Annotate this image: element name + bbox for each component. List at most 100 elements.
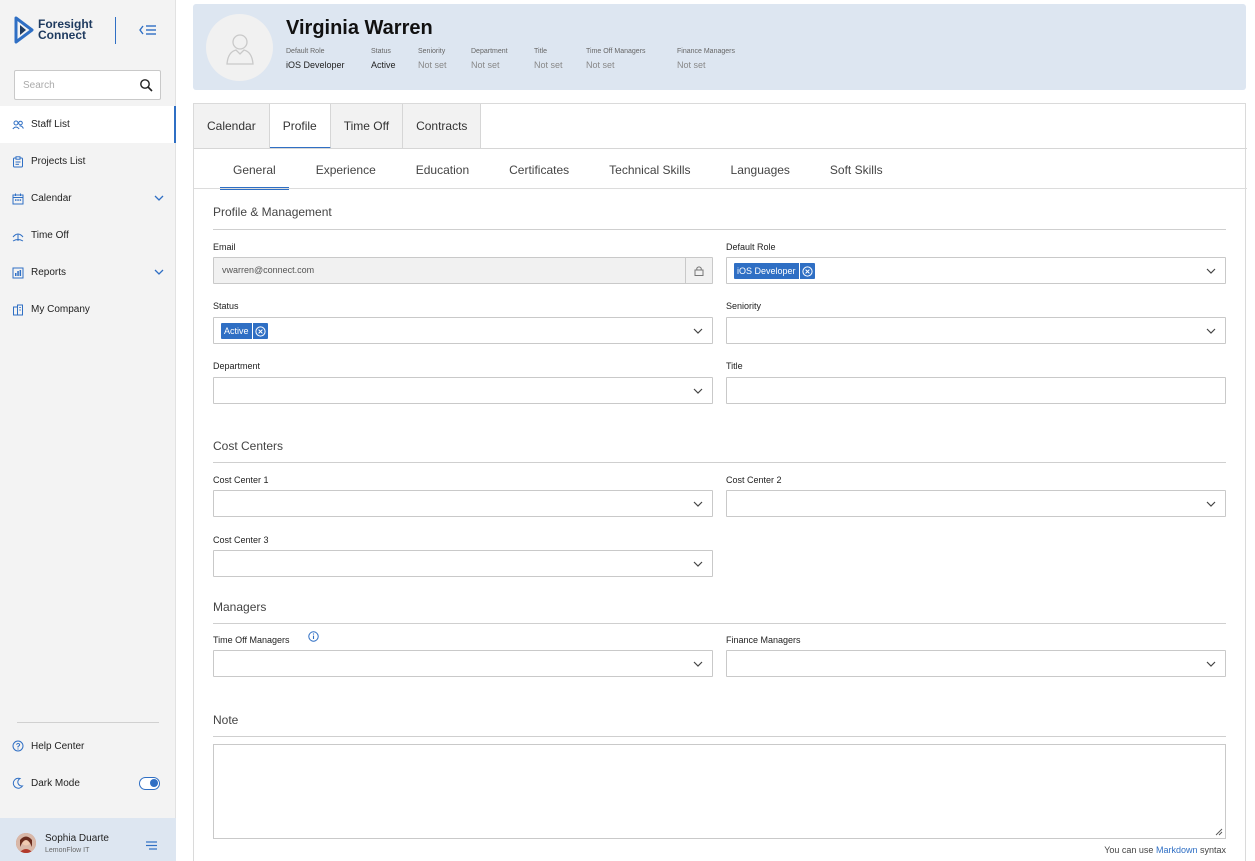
chip-label: Active <box>224 326 249 336</box>
chevron-down-icon <box>1206 328 1216 334</box>
collapse-sidebar-icon[interactable] <box>138 22 158 38</box>
meta-label: Title <box>534 48 547 55</box>
timeoff-icon <box>12 233 24 241</box>
meta-label: Department <box>471 48 508 55</box>
email-field[interactable]: vwarren@connect.com <box>213 257 713 284</box>
sidebar-item-label: Time Off <box>31 230 69 241</box>
profile-subtabs: General Experience Education Certificate… <box>220 150 883 190</box>
meta-time-off-managers: Time Off Managers Not set <box>586 48 646 70</box>
sidebar-item-time-off[interactable]: Time Off <box>0 217 176 254</box>
default-role-select[interactable]: iOS Developer <box>726 257 1226 284</box>
section-rule <box>213 229 1226 230</box>
markdown-hint-post: syntax <box>1199 845 1226 855</box>
sidebar-item-calendar[interactable]: Calendar <box>0 180 176 217</box>
subtab-technical-skills[interactable]: Technical Skills <box>609 150 690 189</box>
subtab-soft-skills[interactable]: Soft Skills <box>830 150 883 189</box>
menu-icon[interactable] <box>146 841 157 850</box>
report-icon <box>12 267 24 278</box>
section-cost-centers: Cost Centers <box>213 439 284 453</box>
dark-mode-toggle[interactable] <box>139 777 160 790</box>
profile-name: Virginia Warren <box>286 17 433 39</box>
sidebar-item-my-company[interactable]: My Company <box>0 291 176 328</box>
chevron-down-icon <box>1206 501 1216 507</box>
title-input[interactable] <box>726 377 1226 404</box>
tab-profile[interactable]: Profile <box>269 104 331 149</box>
tab-contracts[interactable]: Contracts <box>403 104 482 149</box>
default-role-chip: iOS Developer <box>734 263 815 279</box>
help-center-link[interactable]: Help Center <box>12 740 84 752</box>
title-label: Title <box>726 361 743 371</box>
department-label: Department <box>213 361 261 371</box>
logo-text: Foresight Connect <box>38 18 93 42</box>
sidebar-item-staff-list[interactable]: Staff List <box>0 106 176 143</box>
department-select[interactable] <box>213 377 713 404</box>
tab-time-off[interactable]: Time Off <box>330 104 404 149</box>
user-photo-icon <box>16 833 36 853</box>
profile-avatar[interactable] <box>206 14 273 81</box>
status-select[interactable]: Active <box>213 317 713 344</box>
profile-header: Virginia Warren Default Role iOS Develop… <box>193 4 1246 90</box>
subtab-education[interactable]: Education <box>416 150 469 189</box>
meta-seniority: Seniority Not set <box>418 48 447 70</box>
meta-finance-managers: Finance Managers Not set <box>677 48 735 70</box>
search-icon[interactable] <box>139 78 153 92</box>
user-bar: Sophia Duarte LemonFlow IT <box>0 818 176 861</box>
subtab-general[interactable]: General <box>220 150 289 190</box>
remove-chip-button[interactable] <box>798 263 815 279</box>
meta-default-role: Default Role iOS Developer <box>286 48 345 70</box>
close-circle-icon <box>254 325 266 337</box>
sidebar-item-reports[interactable]: Reports <box>0 254 176 291</box>
meta-value: Not set <box>534 60 563 70</box>
time-off-managers-label: Time Off Managers <box>213 635 290 645</box>
user-name: Sophia Duarte <box>45 833 109 844</box>
clipboard-icon <box>13 155 23 167</box>
subtab-certificates[interactable]: Certificates <box>509 150 569 189</box>
user-org: LemonFlow IT <box>45 847 90 854</box>
profile-panel: Calendar Profile Time Off Contracts Gene… <box>193 103 1247 861</box>
subtab-experience[interactable]: Experience <box>316 150 376 189</box>
chevron-down-icon[interactable] <box>154 268 164 276</box>
meta-label: Seniority <box>418 48 446 55</box>
sidebar-item-label: Calendar <box>31 193 72 204</box>
tab-calendar[interactable]: Calendar <box>194 104 270 149</box>
sidebar-item-label: Reports <box>31 267 67 278</box>
note-textarea[interactable] <box>214 745 1225 838</box>
avatar[interactable] <box>16 833 36 853</box>
meta-label: Status <box>371 48 391 55</box>
meta-value: Not set <box>471 60 500 70</box>
meta-label: Finance Managers <box>677 48 735 55</box>
subtab-languages[interactable]: Languages <box>731 150 790 189</box>
cost-center-1-select[interactable] <box>213 490 713 517</box>
logo-line2: Connect <box>38 28 86 42</box>
meta-title: Title Not set <box>534 48 563 70</box>
markdown-link[interactable]: Markdown <box>1156 845 1198 855</box>
cost-center-2-select[interactable] <box>726 490 1226 517</box>
markdown-hint-pre: You can use <box>1104 845 1154 855</box>
chip-label: iOS Developer <box>737 266 796 276</box>
logo-divider <box>115 17 116 44</box>
search-input[interactable] <box>15 71 125 99</box>
meta-status: Status Active <box>371 48 396 70</box>
resize-handle-icon[interactable] <box>1215 828 1223 836</box>
seniority-select[interactable] <box>726 317 1226 344</box>
meta-label: Time Off Managers <box>586 48 646 55</box>
status-label: Status <box>213 301 239 311</box>
chevron-down-icon[interactable] <box>154 194 164 202</box>
remove-chip-button[interactable] <box>251 323 268 339</box>
info-icon[interactable] <box>308 631 319 642</box>
sidebar-item-projects-list[interactable]: Projects List <box>0 143 176 180</box>
section-rule <box>213 623 1226 624</box>
main-tabs: Calendar Profile Time Off Contracts <box>194 104 482 149</box>
lock-box <box>685 258 712 283</box>
chevron-down-icon <box>1206 268 1216 274</box>
meta-value: Not set <box>586 60 615 70</box>
toggle-knob <box>150 779 158 787</box>
finance-managers-select[interactable] <box>726 650 1226 677</box>
cost-center-2-label: Cost Center 2 <box>726 475 782 485</box>
building-icon <box>13 304 23 315</box>
time-off-managers-select[interactable] <box>213 650 713 677</box>
logo[interactable]: Foresight Connect <box>14 16 93 44</box>
meta-value: Not set <box>677 60 706 70</box>
cost-center-3-select[interactable] <box>213 550 713 577</box>
sidebar-item-label: My Company <box>31 304 90 315</box>
